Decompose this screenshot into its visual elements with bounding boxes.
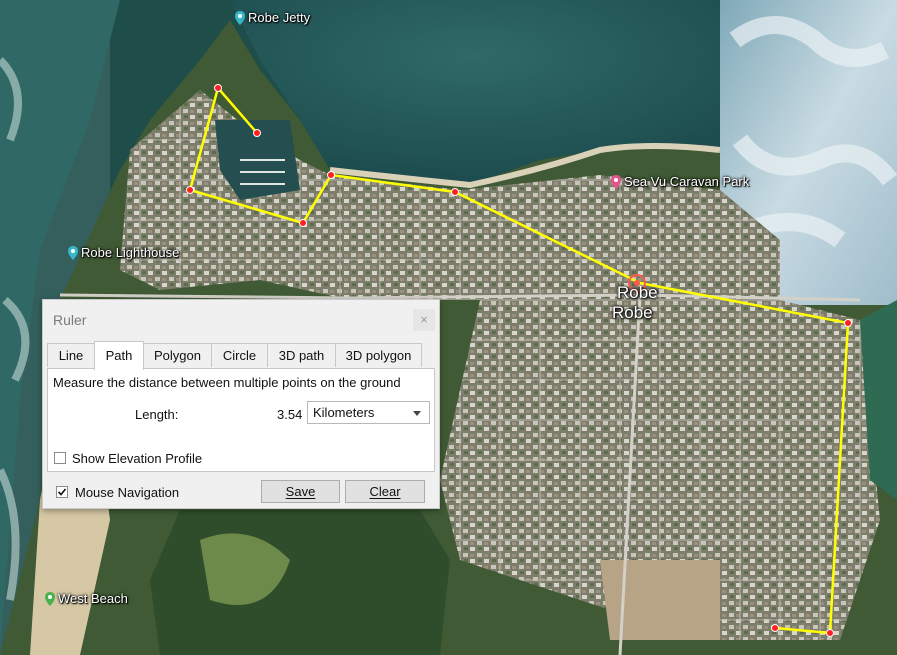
path-vertex[interactable] <box>214 84 222 92</box>
unit-selected-value: Kilometers <box>313 405 375 420</box>
dialog-title: Ruler <box>53 312 87 328</box>
path-vertex[interactable] <box>299 219 307 227</box>
location-pin-icon <box>68 245 78 260</box>
tab-polygon[interactable]: Polygon <box>143 343 212 367</box>
place-label: Sea Vu Caravan Park <box>624 174 750 189</box>
checkmark-icon <box>57 488 67 496</box>
show-elevation-label[interactable]: Show Elevation Profile <box>72 451 202 466</box>
path-vertex[interactable] <box>844 319 852 327</box>
place-robe-jetty[interactable]: Robe Jetty <box>234 10 310 25</box>
place-label: West Beach <box>58 591 128 606</box>
path-panel: Measure the distance between multiple po… <box>47 368 435 472</box>
tab-3d-path[interactable]: 3D path <box>267 343 336 367</box>
measure-description: Measure the distance between multiple po… <box>53 375 401 390</box>
tab-circle[interactable]: Circle <box>211 343 268 367</box>
location-pin-icon <box>45 591 55 606</box>
location-pin-icon <box>611 174 621 189</box>
place-label: Robe Jetty <box>248 10 311 25</box>
path-vertex[interactable] <box>327 171 335 179</box>
town-label: Robe <box>617 283 658 302</box>
tab-3d-polygon[interactable]: 3D polygon <box>335 343 422 367</box>
place-west-beach[interactable]: West Beach <box>44 591 128 606</box>
ruler-dialog: Ruler × Line Path Polygon Circle 3D path… <box>42 299 440 509</box>
path-vertex[interactable] <box>451 188 459 196</box>
length-value: 3.54 <box>277 407 303 422</box>
tab-path[interactable]: Path <box>94 341 144 370</box>
location-pin-icon <box>235 10 245 25</box>
save-button-label: Save <box>285 484 316 499</box>
path-vertex[interactable] <box>186 186 194 194</box>
clear-button[interactable]: Clear <box>345 480 425 503</box>
unit-select[interactable]: Kilometers <box>307 401 430 424</box>
town-label: Robe <box>612 303 653 322</box>
path-vertex[interactable] <box>826 629 834 637</box>
place-sea-vu-caravan-park[interactable]: Sea Vu Caravan Park <box>610 174 749 189</box>
place-label: Robe Lighthouse <box>81 245 180 260</box>
chevron-down-icon <box>413 411 421 416</box>
path-vertex[interactable] <box>253 129 261 137</box>
mouse-navigation-checkbox[interactable] <box>56 486 68 498</box>
mouse-navigation-label[interactable]: Mouse Navigation <box>75 485 179 500</box>
close-icon[interactable]: × <box>413 309 435 331</box>
path-vertex[interactable] <box>771 624 779 632</box>
save-button[interactable]: Save <box>261 480 340 503</box>
clear-button-label: Clear <box>369 484 401 499</box>
show-elevation-checkbox[interactable] <box>54 452 66 464</box>
tab-line[interactable]: Line <box>47 343 95 367</box>
length-label: Length: <box>135 407 179 422</box>
place-robe-lighthouse[interactable]: Robe Lighthouse <box>67 245 179 260</box>
